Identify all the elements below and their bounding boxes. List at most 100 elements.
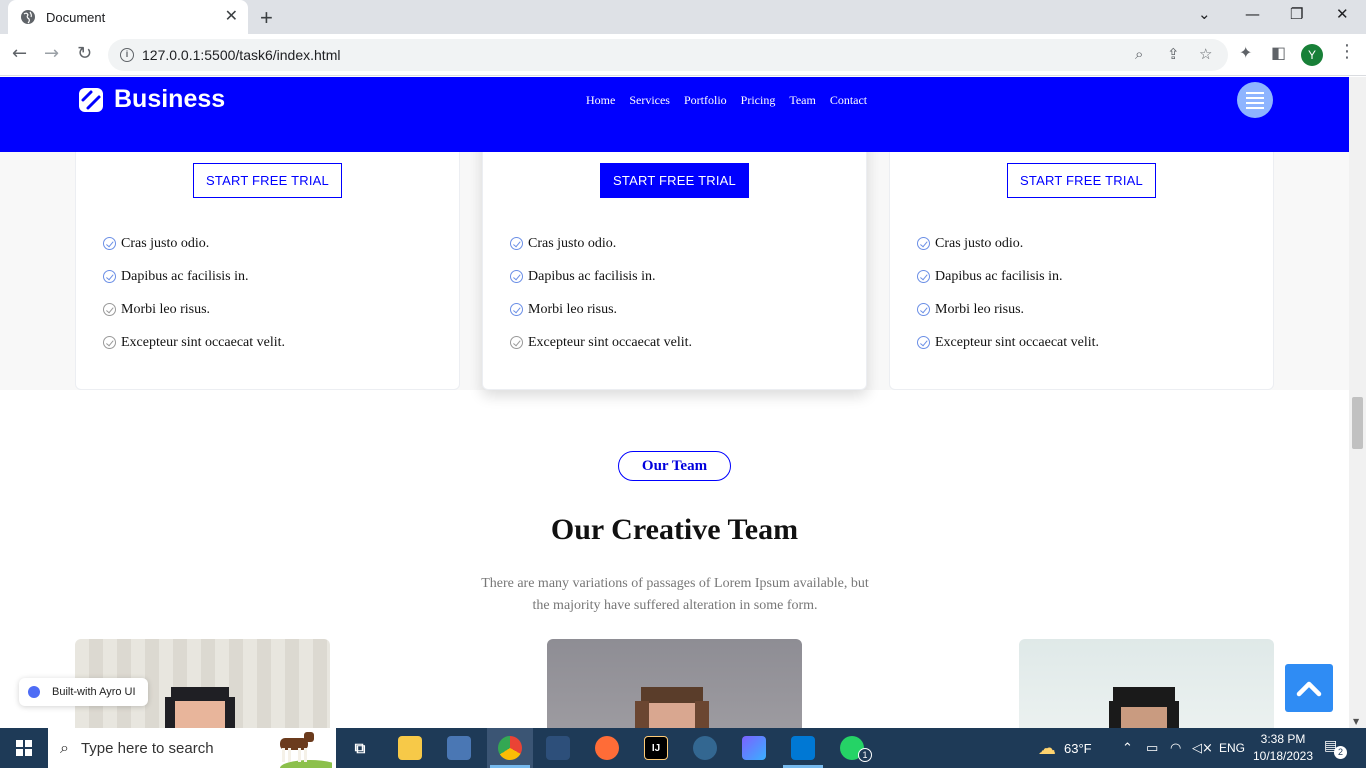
notification-count: 2 [1334, 746, 1347, 759]
url-text: 127.0.0.1:5500/task6/index.html [142, 47, 341, 63]
person-photo-icon [1109, 687, 1179, 728]
team-member-photo [1019, 639, 1274, 728]
taskbar-search-box[interactable]: ⌕ Type here to search [48, 728, 336, 768]
check-circle-icon [510, 237, 523, 250]
weather-widget[interactable]: ☁ 63°F [1038, 728, 1092, 768]
start-trial-button-3[interactable]: START FREE TRIAL [1007, 163, 1156, 198]
cloud-sun-icon: ☁ [1038, 737, 1056, 759]
language-indicator[interactable]: ENG [1219, 728, 1245, 768]
team-section-title: Our Creative Team [550, 513, 799, 546]
share-icon[interactable]: ⇪ [1167, 45, 1180, 63]
nav-portfolio[interactable]: Portfolio [684, 93, 727, 108]
ayro-badge-text: Built-with Ayro UI [52, 686, 136, 698]
nav-contact[interactable]: Contact [830, 93, 867, 108]
new-tab-button[interactable]: + [260, 5, 273, 31]
check-circle-icon [510, 303, 523, 316]
feature-text: Dapibus ac facilisis in. [528, 269, 656, 284]
task-view-icon[interactable]: ⧉ [348, 736, 372, 760]
wifi-icon[interactable]: ◠ [1170, 728, 1181, 768]
notification-icon[interactable]: ▤ 2 [1324, 738, 1347, 759]
whatsapp-badge: 1 [858, 748, 872, 762]
browser-tab[interactable]: Document ✕ [8, 0, 248, 34]
nav-team[interactable]: Team [789, 93, 815, 108]
check-circle-icon [103, 336, 116, 349]
list-item: Morbi leo risus. [103, 302, 285, 335]
check-circle-icon [917, 270, 930, 283]
chevron-up-icon [1296, 681, 1322, 697]
clock-time: 3:38 PM [1260, 732, 1306, 746]
list-item: Cras justo odio. [510, 236, 692, 269]
list-item: Cras justo odio. [103, 236, 285, 269]
team-member-photo [547, 639, 802, 728]
ayro-badge[interactable]: Built-with Ayro UI [19, 678, 148, 706]
brand-logo[interactable]: Business [79, 85, 225, 114]
list-item: Dapibus ac facilisis in. [917, 269, 1099, 302]
close-icon[interactable]: ✕ [1336, 5, 1349, 23]
nav-pricing[interactable]: Pricing [741, 93, 776, 108]
feature-text: Morbi leo risus. [121, 302, 211, 317]
extensions-icon[interactable]: ✦ [1239, 43, 1252, 62]
sidepanel-icon[interactable]: ◧ [1271, 43, 1286, 62]
list-item: Dapibus ac facilisis in. [103, 269, 285, 302]
mysql-workbench-icon[interactable] [546, 736, 570, 760]
search-placeholder: Type here to search [80, 739, 214, 757]
reload-icon[interactable]: ↻ [77, 43, 92, 64]
back-icon[interactable]: ← [12, 43, 27, 64]
star-icon[interactable]: ☆ [1199, 45, 1212, 63]
page-scrollbar[interactable]: ▼ [1349, 77, 1366, 728]
start-trial-button-1[interactable]: START FREE TRIAL [193, 163, 342, 198]
browser-tab-strip: Document ✕ + ⌄ — ❐ ✕ [0, 0, 1366, 34]
postman-icon[interactable] [595, 736, 619, 760]
profile-avatar[interactable]: Y [1301, 44, 1323, 66]
feature-text: Cras justo odio. [935, 236, 1024, 251]
feature-text: Dapibus ac facilisis in. [935, 269, 1063, 284]
scroll-to-top-button[interactable] [1285, 664, 1333, 712]
windows-start-icon[interactable] [16, 740, 32, 756]
tab-close-icon[interactable]: ✕ [225, 9, 238, 25]
tab-list-icon[interactable]: ⌄ [1198, 5, 1211, 23]
feature-text: Excepteur sint occaecat velit. [121, 335, 286, 350]
check-circle-icon [103, 237, 116, 250]
chrome-icon[interactable] [498, 736, 522, 760]
hamburger-menu-icon[interactable] [1237, 82, 1273, 118]
list-item: Excepteur sint occaecat velit. [510, 335, 692, 368]
restore-icon[interactable]: ❐ [1290, 5, 1303, 23]
visual-studio-icon[interactable] [742, 736, 766, 760]
address-bar[interactable]: i 127.0.0.1:5500/task6/index.html ⌕ ⇪ ☆ [108, 39, 1228, 71]
description-line: the majority have suffered alteration in… [532, 598, 818, 613]
team-section-tag: Our Team [618, 451, 731, 481]
list-item: Excepteur sint occaecat velit. [103, 335, 285, 368]
volume-muted-icon[interactable]: ◁× [1192, 728, 1213, 768]
vscode-icon[interactable] [791, 736, 815, 760]
file-explorer-icon[interactable] [398, 736, 422, 760]
forward-icon[interactable]: → [44, 43, 59, 64]
okapi-illustration-icon [280, 732, 332, 768]
feature-text: Excepteur sint occaecat velit. [528, 335, 693, 350]
brand-mark-icon [79, 87, 103, 112]
nav-home[interactable]: Home [586, 93, 615, 108]
battery-icon[interactable]: ▭ [1146, 728, 1158, 768]
scroll-down-icon[interactable]: ▼ [1353, 717, 1359, 726]
network-app-icon[interactable] [447, 736, 471, 760]
person-photo-icon [635, 687, 709, 728]
start-trial-button-2[interactable]: START FREE TRIAL [600, 163, 749, 198]
windows-taskbar: ⌕ Type here to search ⧉ IJ 1 ☁ 63°F ⌃ ▭ … [0, 728, 1366, 768]
scrollbar-thumb[interactable] [1352, 397, 1363, 449]
zoom-icon[interactable]: ⌕ [1135, 45, 1143, 63]
person-photo-icon [165, 687, 235, 728]
menu-icon[interactable]: ⋮ [1338, 41, 1356, 62]
info-icon[interactable]: i [120, 48, 134, 62]
feature-text: Morbi leo risus. [935, 302, 1025, 317]
minimize-icon[interactable]: — [1245, 5, 1260, 23]
postgresql-icon[interactable] [693, 736, 717, 760]
feature-text: Cras justo odio. [121, 236, 210, 251]
browser-toolbar: ← → ↻ i 127.0.0.1:5500/task6/index.html … [0, 34, 1366, 76]
page-viewport: Business Home Services Portfolio Pricing… [0, 77, 1349, 728]
check-circle-icon [103, 270, 116, 283]
intellij-icon[interactable]: IJ [644, 736, 668, 760]
search-icon: ⌕ [60, 738, 69, 757]
description-line: There are many variations of passages of… [481, 576, 869, 591]
nav-services[interactable]: Services [629, 93, 670, 108]
tray-chevron-icon[interactable]: ⌃ [1122, 728, 1133, 768]
taskbar-clock[interactable]: 3:38 PM 10/18/2023 [1248, 731, 1318, 765]
